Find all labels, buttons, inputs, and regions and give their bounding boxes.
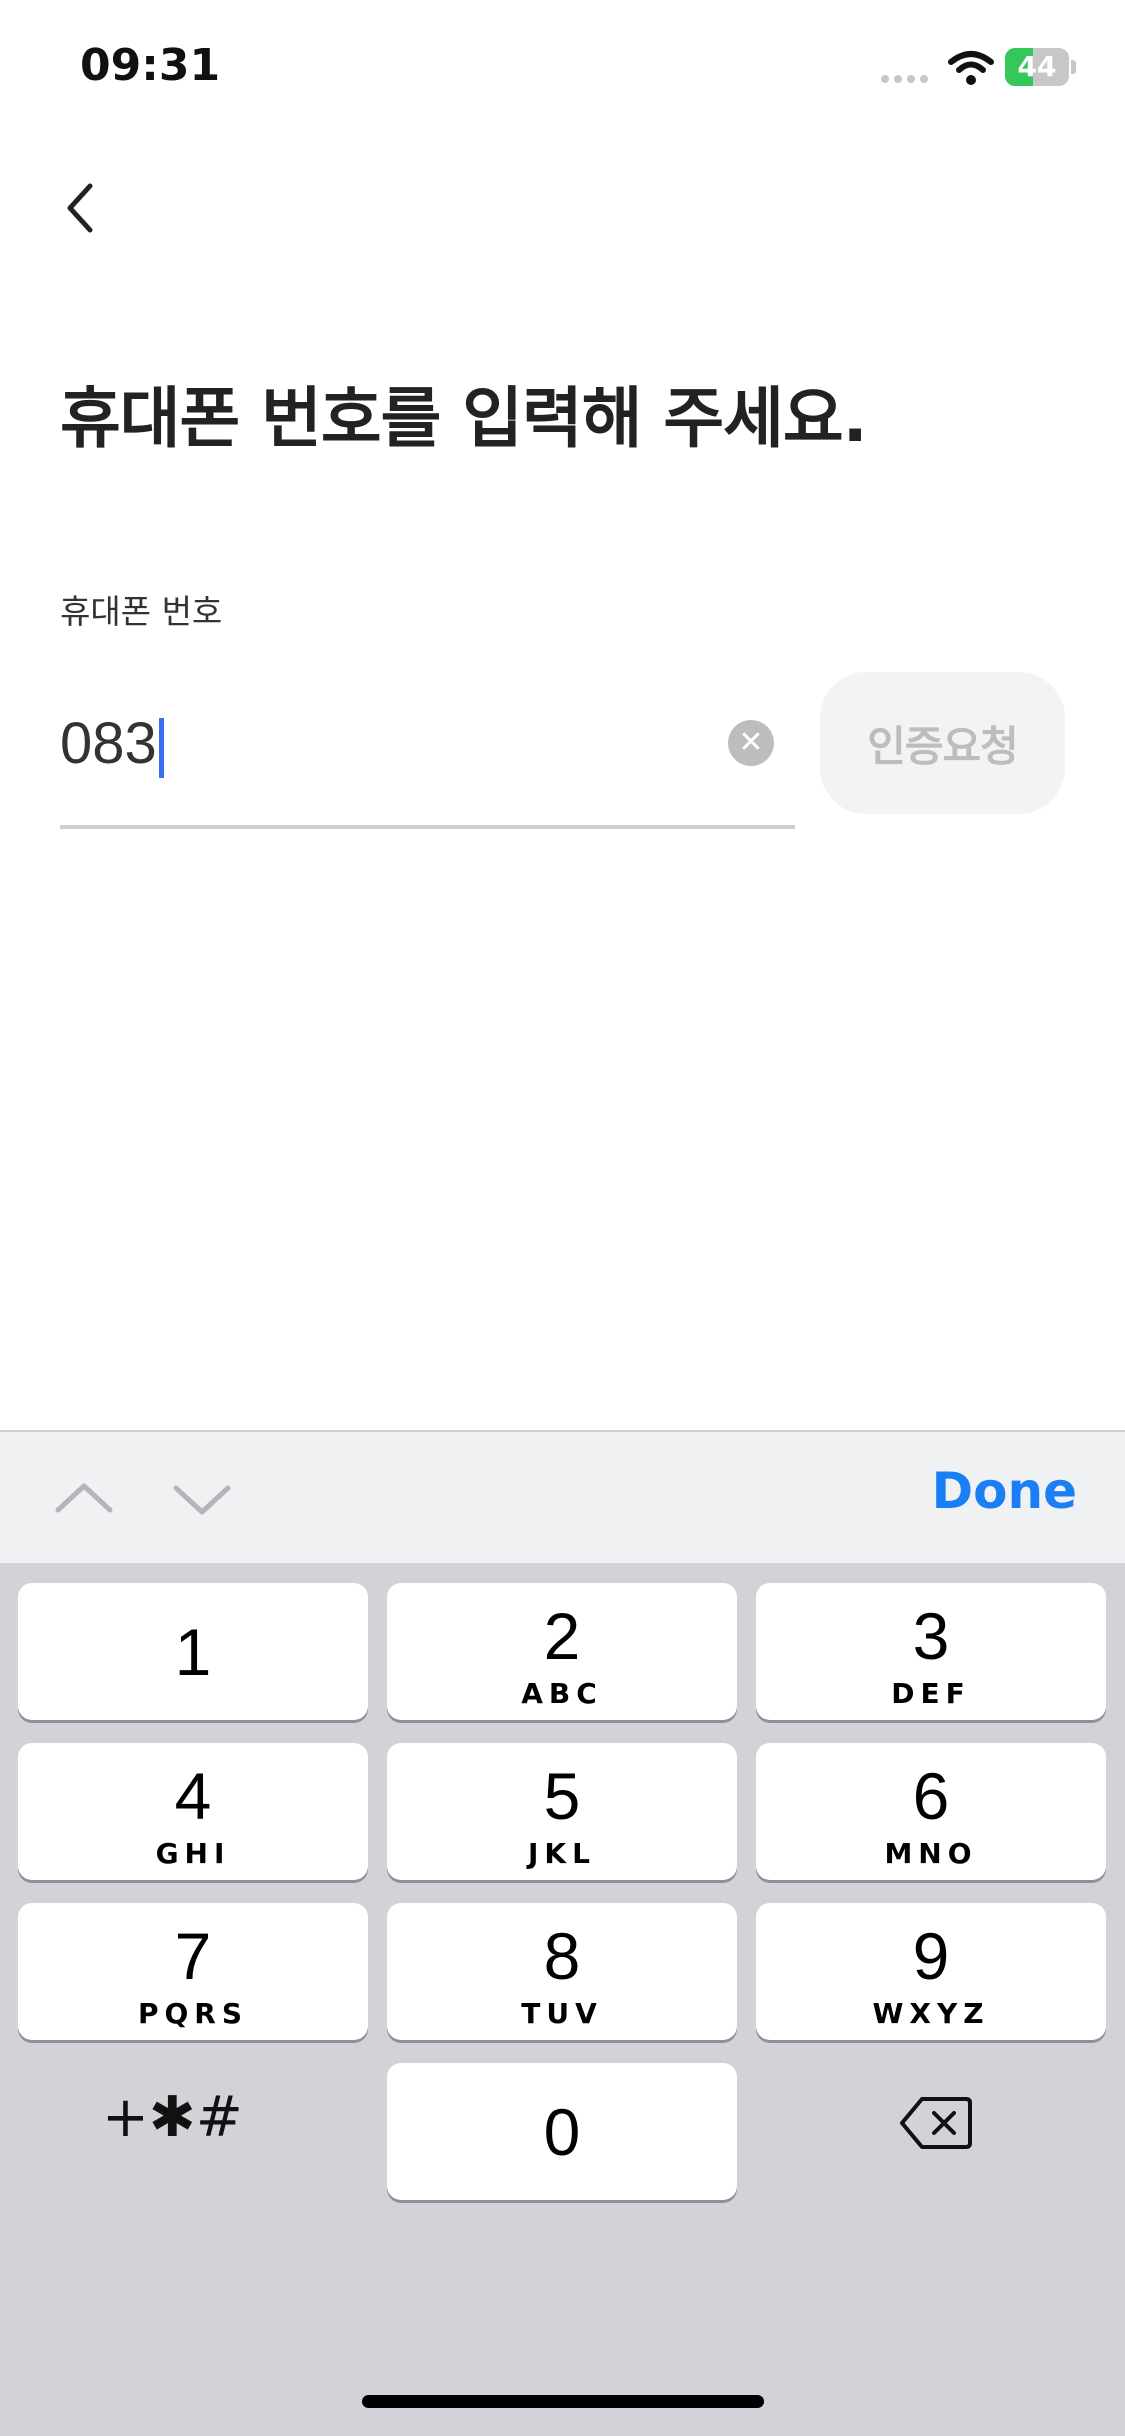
key-1[interactable]: 1 — [18, 1583, 368, 1720]
battery-icon: 44 — [1005, 48, 1077, 86]
clear-input-button[interactable]: ✕ — [728, 720, 774, 766]
close-icon: ✕ — [738, 725, 764, 760]
text-caret — [158, 717, 164, 778]
key-8[interactable]: 8 TUV — [387, 1903, 737, 2040]
key-0[interactable]: 0 — [387, 2063, 737, 2200]
keyboard-toolbar: Done — [0, 1430, 1125, 1565]
key-9[interactable]: 9 WXYZ — [756, 1903, 1106, 2040]
cellular-signal-icon — [881, 75, 928, 83]
backspace-icon — [900, 2097, 972, 2149]
key-5[interactable]: 5 JKL — [387, 1743, 737, 1880]
done-button[interactable]: Done — [932, 1462, 1077, 1520]
key-4[interactable]: 4 GHI — [18, 1743, 368, 1880]
previous-field-button[interactable] — [52, 1466, 116, 1530]
chevron-left-icon — [67, 183, 93, 233]
key-2[interactable]: 2 ABC — [387, 1583, 737, 1720]
key-3[interactable]: 3 DEF — [756, 1583, 1106, 1720]
key-symbols[interactable]: +✱# — [102, 2085, 243, 2150]
phone-field-label: 휴대폰 번호 — [60, 592, 223, 631]
delete-key[interactable] — [898, 2093, 974, 2153]
chevron-up-icon — [55, 1483, 113, 1513]
phone-number-input[interactable]: 083 ✕ — [60, 690, 795, 829]
battery-level: 44 — [1017, 50, 1057, 83]
wifi-icon — [948, 51, 994, 85]
chevron-down-icon — [173, 1485, 231, 1515]
back-button[interactable] — [52, 172, 132, 252]
key-6[interactable]: 6 MNO — [756, 1743, 1106, 1880]
page-title: 휴대폰 번호를 입력해 주세요. — [60, 380, 868, 457]
numeric-keypad: 1 2 ABC 3 DEF 4 GHI 5 JKL 6 MNO 7 PQRS 8… — [0, 1563, 1125, 2436]
next-field-button[interactable] — [170, 1466, 234, 1530]
key-7[interactable]: 7 PQRS — [18, 1903, 368, 2040]
request-verification-button[interactable]: 인증요청 — [820, 672, 1065, 814]
home-indicator — [362, 2395, 764, 2408]
status-time: 09:31 — [80, 40, 221, 91]
phone-number-value: 083 — [60, 711, 157, 776]
